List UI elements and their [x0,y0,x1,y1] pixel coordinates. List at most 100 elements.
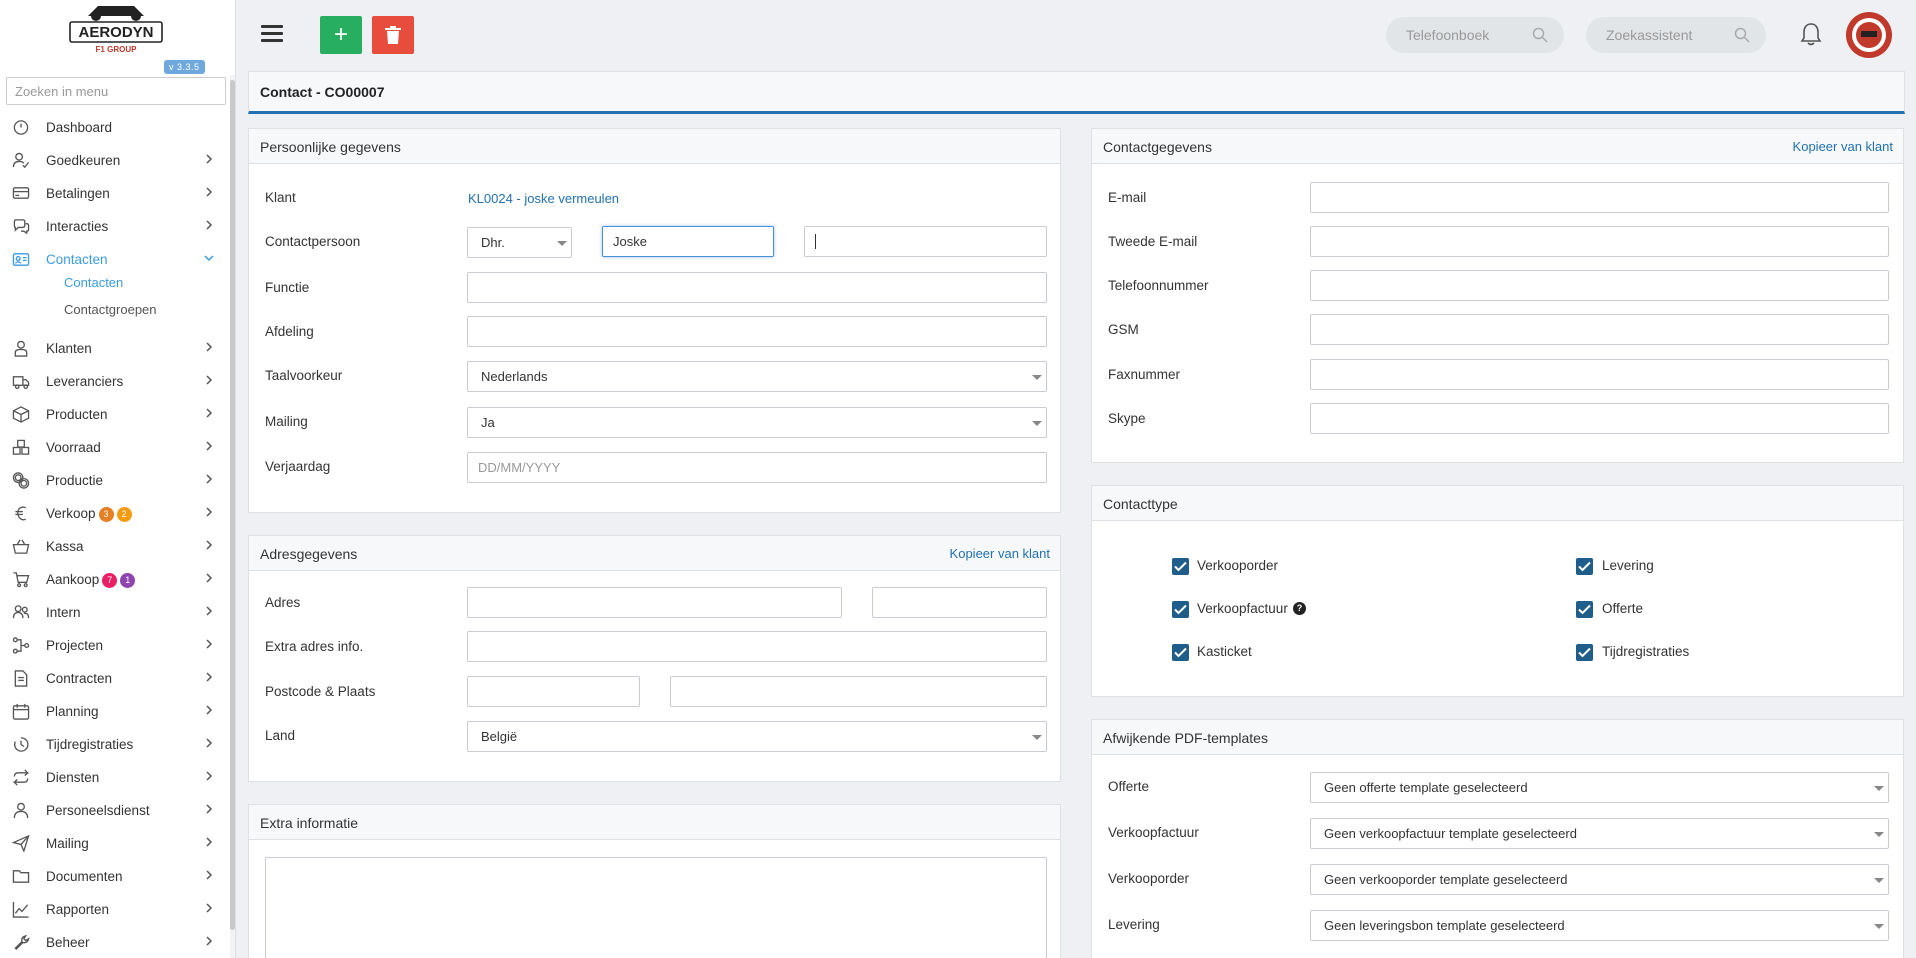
salutation-select[interactable]: Dhr. [467,227,572,258]
add-button[interactable]: + [320,16,362,54]
postcode-label: Postcode & Plaats [265,684,376,699]
page-title-bar: Contact - CO00007 [248,71,1905,114]
klant-link[interactable]: KL0024 - joske vermeulen [468,191,619,206]
count-badge: 1 [120,572,136,588]
check-icon [1578,647,1591,658]
email-field[interactable] [1310,182,1889,213]
pdf-verkooporder-label: Verkooporder [1108,871,1190,886]
sidebar-subitem-contacten[interactable]: Contacten [64,275,123,290]
sidebar-item-planning[interactable]: Planning [0,695,228,728]
functie-input[interactable] [467,272,1047,303]
sidebar-item-klanten[interactable]: Klanten [0,332,228,365]
chevron-right-icon [204,374,216,388]
chevron-down-icon [204,252,216,266]
sidebar-item-kassa[interactable]: Kassa [0,530,228,563]
checkbox-offerte[interactable] [1576,601,1593,618]
checkbox-verkoopfactuur[interactable] [1172,601,1189,618]
pdf-offerte-select[interactable]: Geen offerte template geselecteerd [1310,772,1889,803]
hamburger-menu-icon[interactable] [261,22,283,44]
avatar[interactable] [1846,12,1892,58]
sidebar-item-beheer[interactable]: Beheer [0,926,228,958]
checkbox-levering[interactable] [1576,558,1593,575]
sidebar-item-contacten[interactable]: Contacten [0,243,228,276]
sidebar: AERODYN F1 GROUP v 3.3.5 Dashboard Goedke… [0,0,236,958]
menu-search-input[interactable] [6,77,226,105]
aerodyn-logo[interactable]: AERODYN F1 GROUP [68,2,164,56]
land-select[interactable]: België [467,721,1047,752]
extra-info-textarea[interactable] [265,857,1047,958]
street-input[interactable] [467,587,842,618]
dashboard-icon [12,119,32,136]
sidebar-scrollbar-thumb[interactable] [230,80,235,930]
pdf-verkoopfactuur-select[interactable]: Geen verkoopfactuur template geselecteer… [1310,818,1889,849]
sidebar-item-tijdregistraties[interactable]: Tijdregistraties [0,728,228,761]
skype-field[interactable] [1310,403,1889,434]
verjaardag-input[interactable]: DD/MM/YYYY [467,452,1047,483]
user-check-icon [12,152,32,169]
afdeling-input[interactable] [467,316,1047,347]
postcode-input[interactable] [467,676,640,707]
sidebar-item-personeelsdienst[interactable]: Personeelsdienst [0,794,228,827]
calendar-icon [12,703,32,720]
mailing-select[interactable]: Ja [467,407,1047,438]
pdf-templates-panel: Afwijkende PDF-templates Offerte Geen of… [1091,719,1904,958]
contact-details-panel: Contactgegevens Kopieer van klant E-mail… [1091,128,1904,463]
second-email-label: Tweede E-mail [1108,234,1198,249]
chart-line-icon [12,901,32,918]
taal-select[interactable]: Nederlands [467,361,1047,392]
gsm-field[interactable] [1310,314,1889,345]
folder-icon [12,868,32,885]
sidebar-item-voorraad[interactable]: Voorraad [0,431,228,464]
second-email-field[interactable] [1310,226,1889,257]
sidebar-item-rapporten[interactable]: Rapporten [0,893,228,926]
sidebar-item-label: Intern [46,605,81,620]
phonebook-search[interactable]: Telefoonboek [1386,17,1564,53]
lastname-input[interactable] [804,226,1047,257]
sidebar-item-label: Personeelsdienst [46,803,150,818]
house-number-input[interactable] [872,587,1047,618]
sidebar-item-producten[interactable]: Producten [0,398,228,431]
copy-from-customer-link[interactable]: Kopieer van klant [1793,139,1893,154]
sidebar-item-projecten[interactable]: Projecten [0,629,228,662]
sidebar-item-interacties[interactable]: Interacties [0,210,228,243]
checkbox-tijdregistraties[interactable] [1576,644,1593,661]
sidebar-item-betalingen[interactable]: Betalingen [0,177,228,210]
sidebar-item-goedkeuren[interactable]: Goedkeuren [0,144,228,177]
sidebar-item-documenten[interactable]: Documenten [0,860,228,893]
extra-adres-input[interactable] [467,631,1047,662]
chevron-right-icon [204,737,216,751]
chevron-down-icon [1874,878,1884,883]
fax-field[interactable] [1310,359,1889,390]
sidebar-item-verkoop[interactable]: Verkoop 3 2 [0,497,228,530]
sidebar-item-leveranciers[interactable]: Leveranciers [0,365,228,398]
sidebar-item-diensten[interactable]: Diensten [0,761,228,794]
sidebar-item-intern[interactable]: Intern [0,596,228,629]
sidebar-item-label: Betalingen [46,186,110,201]
topbar: + Telefoonboek Zoekassistent [237,0,1916,70]
sidebar-item-aankoop[interactable]: Aankoop 7 1 [0,563,228,596]
checkbox-kasticket[interactable] [1172,644,1189,661]
pdf-verkooporder-select[interactable]: Geen verkooporder template geselecteerd [1310,864,1889,895]
logo-subtext: F1 GROUP [96,45,138,54]
chevron-down-icon [1032,735,1042,740]
count-badge: 7 [102,572,118,588]
copy-from-customer-link[interactable]: Kopieer van klant [950,546,1050,561]
checkbox-verkooporder[interactable] [1172,558,1189,575]
help-icon[interactable]: ? [1293,602,1306,615]
sidebar-subitem-contactgroepen[interactable]: Contactgroepen [64,302,157,317]
pdf-levering-select[interactable]: Geen leveringsbon template geselecteerd [1310,910,1889,941]
phone-field[interactable] [1310,270,1889,301]
sidebar-item-dashboard[interactable]: Dashboard [0,111,228,144]
sidebar-item-contracten[interactable]: Contracten [0,662,228,695]
label-kasticket: Kasticket [1197,644,1252,659]
firstname-input[interactable]: Joske [602,226,774,257]
sidebar-item-label: Planning [46,704,99,719]
search-assistant[interactable]: Zoekassistent [1586,17,1766,53]
sidebar-item-productie[interactable]: Productie [0,464,228,497]
city-input[interactable] [670,676,1047,707]
bell-icon[interactable] [1800,22,1822,46]
sidebar-item-label: Dashboard [46,120,113,135]
delete-button[interactable] [372,16,414,54]
sidebar-item-mailing[interactable]: Mailing [0,827,228,860]
chevron-right-icon [204,186,216,200]
